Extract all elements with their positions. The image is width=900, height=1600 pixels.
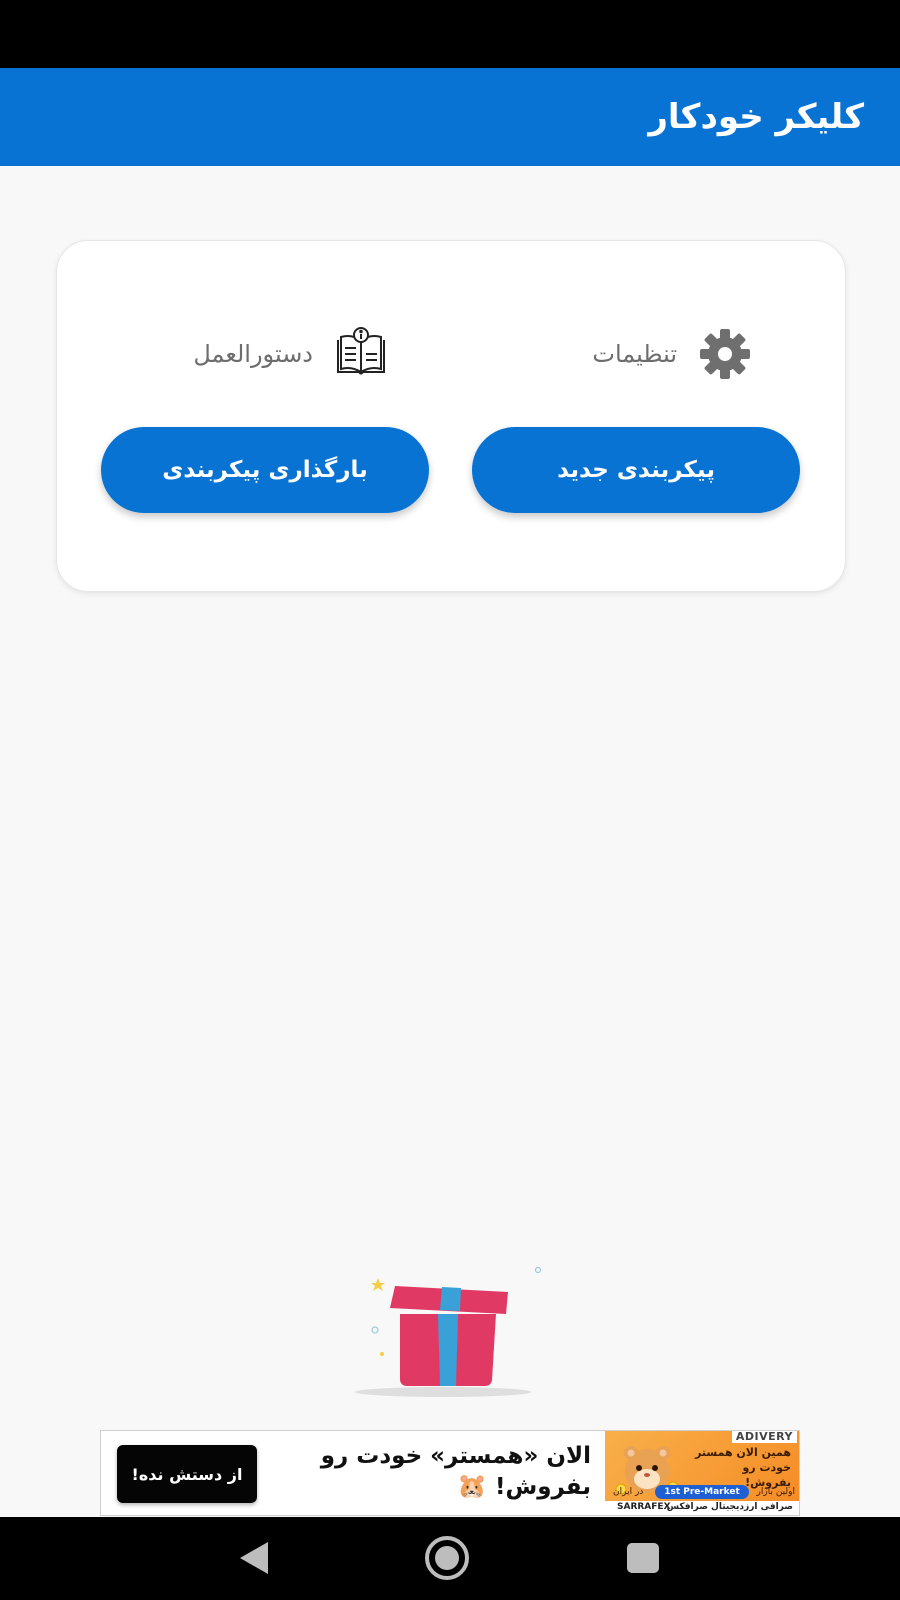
recents-icon[interactable]	[618, 1535, 668, 1581]
ad-image-title: همین الان همستر خودت رو بفروش!	[695, 1446, 791, 1489]
app-title: کلیکر خودکار	[648, 97, 864, 137]
ad-footer-strip: صرافی ارزدیجیتال صرافکس SARRAFEX	[605, 1501, 799, 1515]
ad-banner[interactable]: ADIVERY همین الان همستر خودت رو بفروش! ا…	[100, 1430, 800, 1516]
ad-first-market: اولین بازار	[756, 1487, 795, 1497]
settings-label: تنظیمات	[592, 340, 677, 368]
system-nav-bar	[0, 1517, 900, 1600]
ad-headline-text: الان «همستر» خودت رو بفروش!	[320, 1443, 591, 1500]
home-icon[interactable]	[422, 1535, 472, 1581]
ad-exchange-name: صرافی ارزدیجیتال صرافکس	[666, 1502, 793, 1512]
ad-premarket-badge: 1st Pre-Market	[655, 1485, 749, 1499]
back-icon[interactable]	[228, 1535, 278, 1581]
main-card: تنظیمات دستورالعمل پیکربندی جدید بارگذار…	[56, 240, 846, 592]
ad-image[interactable]: ADIVERY همین الان همستر خودت رو بفروش! ا…	[605, 1431, 799, 1515]
ad-cta-button[interactable]: از دستش نده!	[117, 1445, 257, 1503]
ad-headline: الان «همستر» خودت رو بفروش! 🐹	[311, 1441, 591, 1502]
ad-logo: SARRAFEX	[617, 1502, 671, 1512]
status-bar	[0, 0, 900, 68]
load-config-button[interactable]: بارگذاری پیکربندی	[101, 427, 429, 513]
app-bar: کلیکر خودکار	[0, 68, 900, 166]
manual-label: دستورالعمل	[193, 340, 313, 368]
ad-hamster-emoji: 🐹	[457, 1472, 487, 1500]
manual-link[interactable]: دستورالعمل	[193, 326, 389, 382]
book-info-icon	[333, 326, 389, 382]
new-config-button[interactable]: پیکربندی جدید	[472, 427, 800, 513]
ad-in-iran: در ایران	[613, 1487, 644, 1497]
ad-brand: ADIVERY	[731, 1431, 797, 1443]
gift-icon[interactable]	[350, 1262, 550, 1402]
gear-icon	[697, 326, 753, 382]
settings-link[interactable]: تنظیمات	[592, 329, 753, 379]
